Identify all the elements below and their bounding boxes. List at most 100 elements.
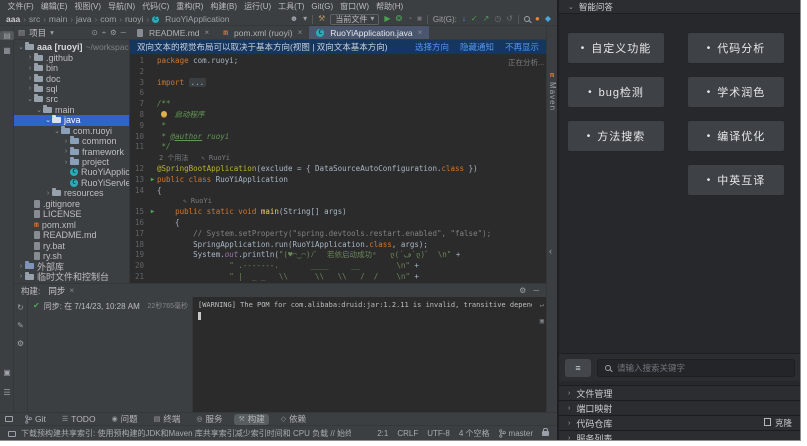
- breadcrumb-item[interactable]: RuoYiApplication: [165, 14, 229, 24]
- tool-window-button-问题[interactable]: ◉问题: [108, 414, 142, 425]
- tool-window-button-todo[interactable]: ☰TODO: [58, 414, 100, 425]
- menu-item[interactable]: 帮助(H): [373, 0, 407, 13]
- run-button[interactable]: ▶: [384, 13, 390, 25]
- editor-tab[interactable]: README.md×: [130, 26, 216, 39]
- commit-tool-icon[interactable]: ▣: [0, 368, 14, 377]
- menu-item[interactable]: 视图(V): [71, 0, 105, 13]
- git-commit-button[interactable]: ✓: [471, 13, 478, 25]
- menu-item[interactable]: 代码(C): [139, 0, 173, 13]
- usages-hint[interactable]: 2 个用法: [159, 154, 188, 162]
- tree-row[interactable]: ⌄aaa [ruoyi]~/workspace/aaa: [14, 42, 129, 52]
- tree-chevron[interactable]: ›: [26, 54, 34, 61]
- tree-chevron[interactable]: ›: [44, 190, 52, 197]
- scroll-to-end-icon[interactable]: ▣: [540, 316, 544, 327]
- collapse-all-icon[interactable]: ÷: [102, 28, 106, 37]
- maven-tool-button[interactable]: Maven: [548, 82, 557, 111]
- project-panel-title[interactable]: 项目: [29, 27, 46, 39]
- filter-icon[interactable]: ✎: [17, 321, 24, 330]
- menu-item[interactable]: 编辑(E): [37, 0, 71, 13]
- tree-row[interactable]: CRuoYiApplication: [14, 167, 129, 177]
- intention-bulb-icon[interactable]: [161, 111, 167, 117]
- sync-status-text[interactable]: 同步: 在 7/14/23, 10:28 AM: [44, 301, 140, 312]
- tree-row[interactable]: mpom.xml: [14, 219, 129, 229]
- build-tab-sync[interactable]: 同步 ×: [48, 285, 74, 297]
- assistant-button[interactable]: •bug检测: [568, 77, 664, 107]
- coverage-button[interactable]: ◔: [407, 13, 412, 25]
- settings-icon[interactable]: ⚙: [110, 28, 117, 37]
- menu-item[interactable]: Git(G): [308, 0, 337, 13]
- menu-item[interactable]: 文件(F): [4, 0, 37, 13]
- tree-row[interactable]: ⌄com.ruoyi: [14, 126, 129, 136]
- hide-panel-icon[interactable]: ─: [121, 28, 126, 37]
- tree-row[interactable]: ›bin: [14, 63, 129, 73]
- caret-position[interactable]: 2:1: [377, 429, 388, 438]
- editor-tab[interactable]: mpom.xml (ruoyi)×: [216, 26, 309, 39]
- settings-icon[interactable]: ⚙: [519, 286, 526, 295]
- tree-chevron[interactable]: ⌄: [26, 95, 34, 103]
- git-push-button[interactable]: ↗: [483, 13, 490, 25]
- assistant-button[interactable]: •代码分析: [688, 33, 784, 63]
- tree-row[interactable]: .gitignore: [14, 199, 129, 209]
- menu-item[interactable]: 构建(B): [207, 0, 241, 13]
- banner-action-hide-notification[interactable]: 隐藏通知: [460, 41, 494, 53]
- banner-action-dont-show[interactable]: 不再显示: [505, 41, 539, 53]
- menu-item[interactable]: 运行(U): [241, 0, 275, 13]
- tree-chevron[interactable]: ⌄: [35, 106, 43, 114]
- breadcrumb-item[interactable]: main: [49, 14, 67, 24]
- tree-chevron[interactable]: ›: [62, 138, 70, 145]
- tree-chevron[interactable]: ›: [62, 159, 70, 166]
- search-input[interactable]: [617, 363, 787, 373]
- line-separator[interactable]: CRLF: [397, 429, 418, 438]
- tree-row[interactable]: ›临时文件和控制台: [14, 272, 129, 282]
- run-gutter-icon[interactable]: ▶: [148, 175, 157, 186]
- minimize-icon[interactable]: ─: [533, 286, 539, 295]
- user-icon[interactable]: ☻: [290, 13, 298, 25]
- tree-row[interactable]: ›doc: [14, 73, 129, 83]
- section-row[interactable]: ›代码仓库克隆: [559, 415, 801, 430]
- assistant-button[interactable]: •方法搜索: [568, 121, 664, 151]
- tree-row[interactable]: ›framework: [14, 146, 129, 156]
- tree-row[interactable]: README.md: [14, 230, 129, 240]
- build-console[interactable]: [WARNING] The POM for com.alibaba:druid:…: [192, 297, 546, 412]
- tool-window-button-终端[interactable]: ▤终端: [150, 414, 185, 425]
- build-settings-icon[interactable]: ⚙: [17, 339, 24, 348]
- git-update-button[interactable]: ↓: [462, 13, 466, 25]
- tree-chevron[interactable]: ⌄: [44, 116, 52, 124]
- assistant-button[interactable]: •编译优化: [688, 121, 784, 151]
- tree-row[interactable]: ⌄main: [14, 105, 129, 115]
- section-row[interactable]: ›端口映射: [559, 400, 801, 415]
- locate-file-icon[interactable]: ⊙: [92, 28, 98, 37]
- close-icon[interactable]: ×: [205, 28, 210, 37]
- tree-row[interactable]: ry.bat: [14, 240, 129, 250]
- menu-item[interactable]: 工具(T): [275, 0, 308, 13]
- run-gutter-icon[interactable]: ▶: [148, 207, 157, 218]
- assistant-button[interactable]: •自定义功能: [568, 33, 664, 63]
- tree-chevron[interactable]: ›: [17, 263, 25, 270]
- clone-button[interactable]: 克隆: [766, 417, 792, 429]
- build-project-button[interactable]: ⚒: [318, 13, 325, 25]
- tool-window-button-服务[interactable]: ◎服务: [192, 414, 226, 425]
- tree-row[interactable]: ›resources: [14, 188, 129, 198]
- indent-style[interactable]: 4 个空格: [459, 428, 490, 439]
- project-tool-icon[interactable]: ▤: [0, 31, 14, 40]
- tree-chevron[interactable]: ›: [26, 65, 34, 72]
- assistant-panel-header[interactable]: ⌄ 智能问答: [559, 0, 801, 14]
- tool-window-button-构建[interactable]: ⚒构建: [234, 414, 268, 425]
- menu-item[interactable]: 导航(N): [105, 0, 139, 13]
- tree-chevron[interactable]: ›: [26, 85, 34, 92]
- breadcrumb-item[interactable]: java: [76, 14, 92, 24]
- inlay-hint[interactable]: ✎ RuoYi: [183, 197, 212, 205]
- menu-item[interactable]: 重构(R): [173, 0, 207, 13]
- hamburger-menu-button[interactable]: ≡: [565, 359, 591, 377]
- tool-window-button-依赖[interactable]: ◇依赖: [277, 414, 310, 425]
- collapse-panel-icon[interactable]: ‹: [549, 246, 552, 256]
- git-history-button[interactable]: ◷: [494, 13, 501, 25]
- layout-icon[interactable]: [5, 416, 13, 422]
- tree-chevron[interactable]: ›: [17, 273, 25, 280]
- git-branch-widget[interactable]: master: [499, 429, 533, 438]
- code-editor[interactable]: 1package com.ruoyi;23import ...67/**8 启动…: [130, 54, 546, 283]
- resync-icon[interactable]: ↻: [17, 303, 24, 312]
- tree-row[interactable]: ›project: [14, 157, 129, 167]
- chevron-down-icon[interactable]: ▾: [50, 28, 54, 37]
- tool-window-button-git[interactable]: Git: [21, 414, 50, 425]
